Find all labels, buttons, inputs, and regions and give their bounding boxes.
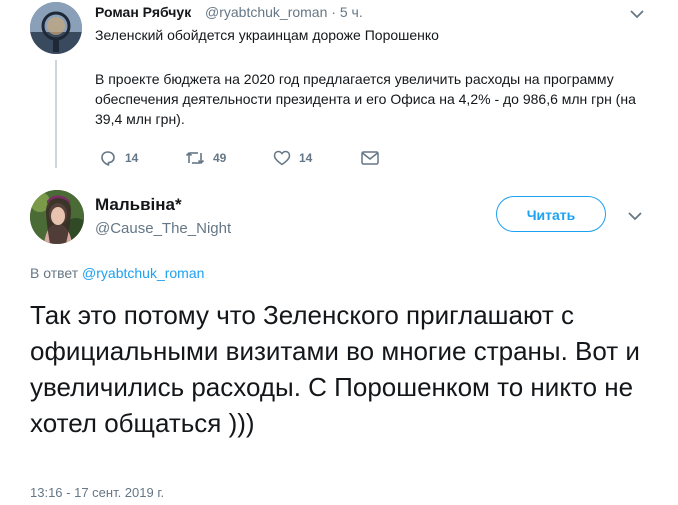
reply-button[interactable]: 14 xyxy=(99,147,138,169)
follow-button[interactable]: Читать xyxy=(496,196,606,232)
parent-author-meta[interactable]: @ryabtchuk_roman · 5 ч. xyxy=(205,4,363,20)
reply-to-link[interactable]: @ryabtchuk_roman xyxy=(82,265,204,281)
parent-author-avatar[interactable] xyxy=(30,2,82,54)
parent-tweet-body: В проекте бюджета на 2020 год предлагает… xyxy=(95,71,636,127)
parent-tweet-time[interactable]: 5 ч. xyxy=(340,4,363,20)
reply-prefix: В ответ xyxy=(30,265,79,281)
main-author-name[interactable]: Мальвіна* xyxy=(95,195,182,215)
parent-author-handle[interactable]: @ryabtchuk_roman xyxy=(205,4,327,20)
reply-context: В ответ @ryabtchuk_roman xyxy=(30,265,204,281)
thread-connector-line xyxy=(55,60,57,168)
retweet-button[interactable]: 49 xyxy=(185,147,226,169)
main-author-avatar[interactable] xyxy=(30,190,84,244)
like-count: 14 xyxy=(299,151,313,165)
main-author-handle[interactable]: @Cause_The_Night xyxy=(95,220,231,237)
parent-tweet-headline: Зеленский обойдется украинцам дороже Пор… xyxy=(95,27,439,43)
like-button[interactable]: 14 xyxy=(273,147,312,169)
retweet-icon xyxy=(185,151,205,165)
message-button[interactable] xyxy=(361,147,379,169)
main-tweet-text: Так это потому что Зеленского приглашают… xyxy=(30,300,640,438)
reply-count: 14 xyxy=(125,151,139,165)
retweet-count: 49 xyxy=(213,151,227,165)
like-icon xyxy=(273,150,291,166)
tweet-timestamp[interactable]: 13:16 - 17 сент. 2019 г. xyxy=(30,485,164,500)
parent-author-name[interactable]: Роман Рябчук xyxy=(95,4,191,20)
message-icon xyxy=(361,151,379,165)
chevron-down-icon[interactable] xyxy=(628,210,642,223)
chevron-down-icon[interactable] xyxy=(630,8,644,21)
reply-icon xyxy=(101,151,115,166)
meta-separator: · xyxy=(331,4,340,20)
